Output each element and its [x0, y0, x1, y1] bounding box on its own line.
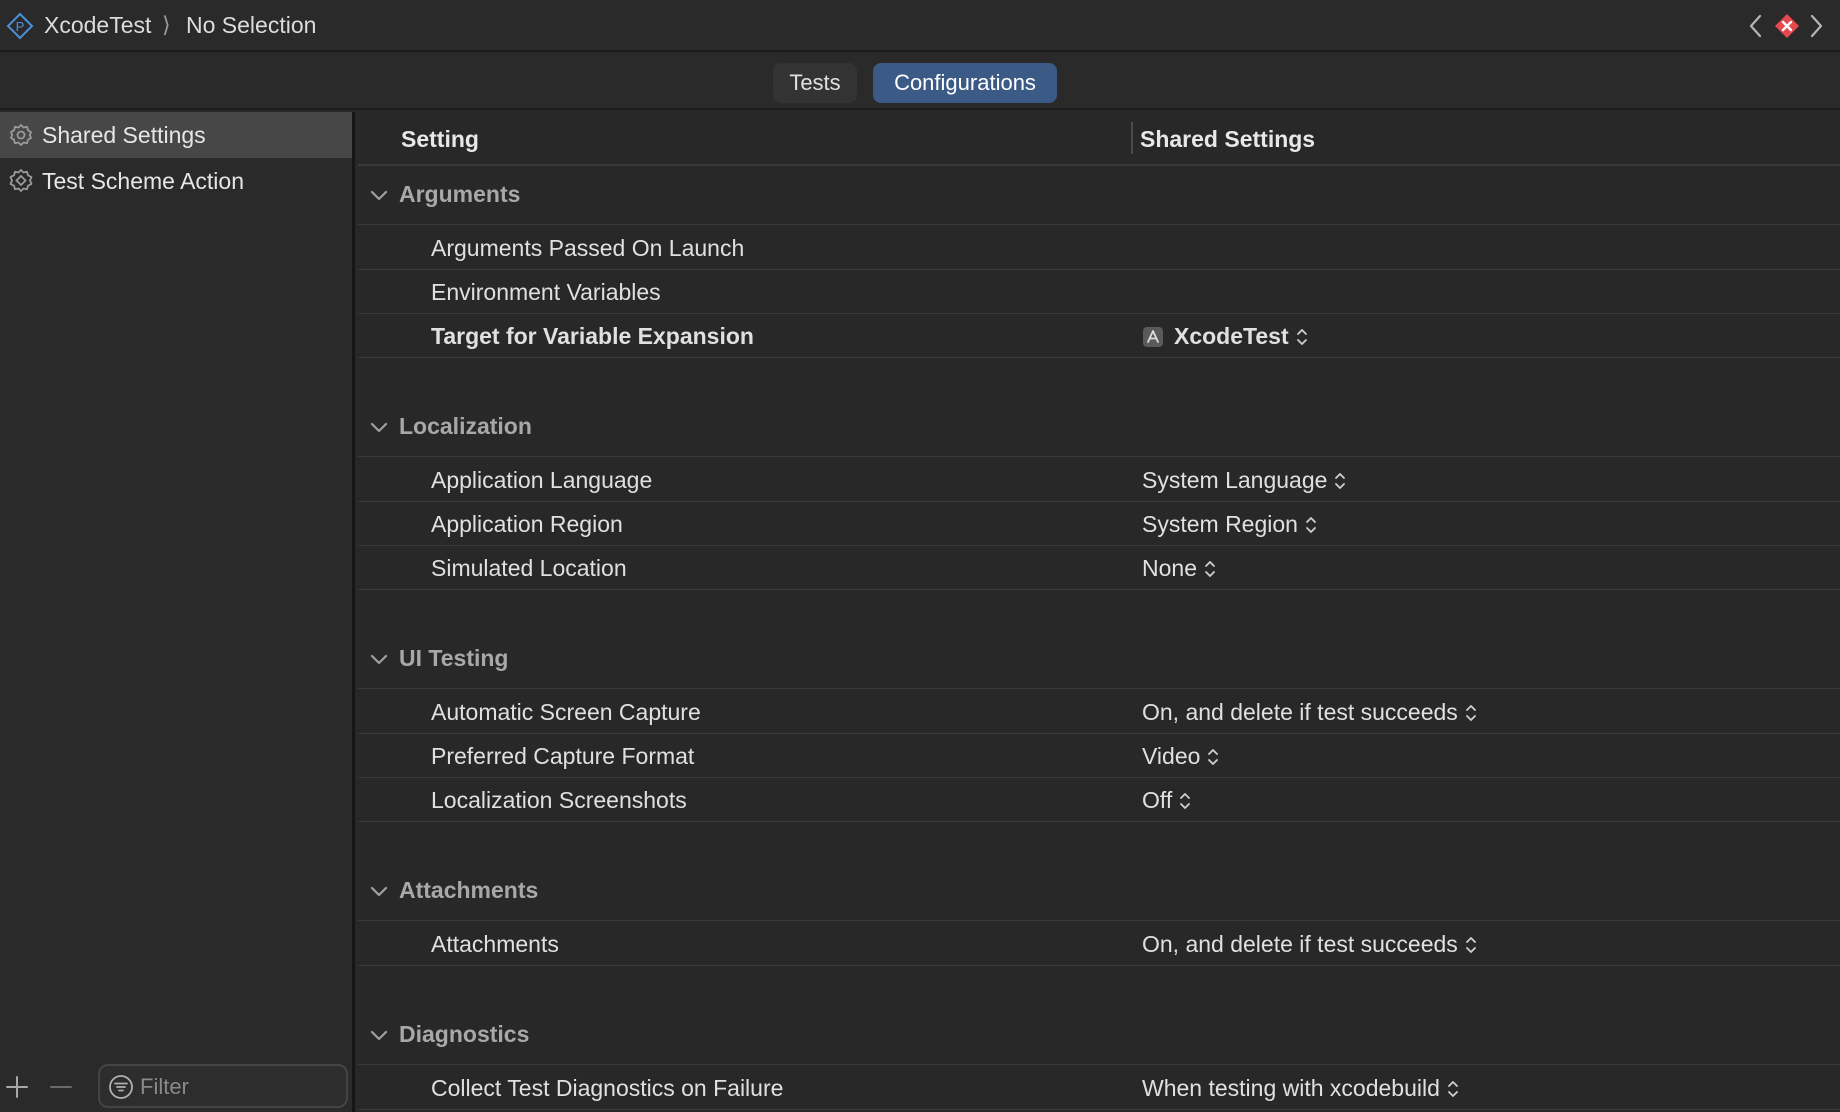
section-title: Arguments	[399, 181, 521, 207]
chevron-down-icon[interactable]	[368, 1025, 390, 1047]
error-icon[interactable]	[1774, 13, 1800, 39]
table-header: Setting Shared Settings	[358, 112, 1840, 166]
setting-label: Simulated Location	[431, 555, 627, 581]
setting-label: Target for Variable Expansion	[431, 323, 754, 349]
popup-value: Video	[1142, 743, 1201, 769]
setting-label: Application Language	[431, 467, 653, 493]
table-row[interactable]: Attachments On, and delete if test succe…	[358, 922, 1840, 966]
table-row[interactable]: Application Region System Region	[358, 502, 1840, 546]
breadcrumb-separator-icon: ⟩	[162, 12, 171, 37]
add-button[interactable]	[4, 1074, 30, 1100]
table-row[interactable]: Target for Variable Expansion XcodeTest	[358, 314, 1840, 358]
updown-chevron-icon	[1306, 516, 1316, 533]
updown-chevron-icon	[1447, 1080, 1458, 1097]
section-title: Localization	[399, 413, 532, 439]
screen-capture-popup[interactable]: On, and delete if test succeeds	[1142, 699, 1478, 726]
section-diagnostics[interactable]: Diagnostics	[358, 1007, 1840, 1065]
simulated-location-popup[interactable]: None	[1142, 555, 1217, 582]
setting-label: Automatic Screen Capture	[431, 699, 701, 725]
popup-value: When testing with xcodebuild	[1142, 1075, 1440, 1101]
table-row[interactable]: Environment Variables	[358, 270, 1840, 314]
application-region-popup[interactable]: System Region	[1142, 511, 1318, 538]
tab-tests[interactable]: Tests	[773, 63, 857, 103]
application-language-popup[interactable]: System Language	[1142, 467, 1347, 494]
attachments-popup[interactable]: On, and delete if test succeeds	[1142, 931, 1478, 958]
updown-chevron-icon	[1208, 748, 1219, 765]
popup-value: Off	[1142, 787, 1173, 813]
table-row[interactable]: Collect Test Diagnostics on Failure When…	[358, 1066, 1840, 1110]
popup-value: On, and delete if test succeeds	[1142, 699, 1458, 725]
chevron-down-icon[interactable]	[368, 417, 390, 439]
tab-configurations[interactable]: Configurations	[873, 63, 1057, 103]
navigation-bar: P XcodeTest ⟩ No Selection	[0, 0, 1840, 52]
updown-chevron-icon	[1465, 704, 1476, 721]
chevron-left-icon[interactable]	[1744, 12, 1768, 40]
section-title: Attachments	[399, 877, 539, 903]
setting-label: Environment Variables	[431, 279, 661, 305]
sidebar-item-label: Shared Settings	[42, 122, 206, 148]
target-popup[interactable]: XcodeTest	[1142, 323, 1309, 350]
app-target-icon	[1143, 326, 1163, 347]
settings-table: Setting Shared Settings Arguments Argume…	[358, 112, 1840, 1112]
table-row[interactable]: Automatic Screen Capture On, and delete …	[358, 690, 1840, 734]
section-arguments[interactable]: Arguments	[358, 167, 1840, 225]
popup-value: On, and delete if test succeeds	[1142, 931, 1458, 957]
table-row[interactable]: Simulated Location None	[358, 546, 1840, 590]
column-header-shared-settings[interactable]: Shared Settings	[1140, 126, 1315, 153]
capture-format-popup[interactable]: Video	[1142, 743, 1220, 770]
sidebar-item-label: Test Scheme Action	[42, 168, 244, 194]
breadcrumb-project[interactable]: XcodeTest	[44, 12, 151, 39]
setting-label: Preferred Capture Format	[431, 743, 695, 769]
section-attachments[interactable]: Attachments	[358, 863, 1840, 921]
updown-chevron-icon	[1180, 792, 1191, 809]
chevron-down-icon[interactable]	[368, 649, 390, 671]
table-row[interactable]: Preferred Capture Format Video	[358, 734, 1840, 778]
setting-label: Arguments Passed On Launch	[431, 235, 745, 261]
chevron-down-icon[interactable]	[368, 881, 390, 903]
popup-value: System Language	[1142, 467, 1328, 493]
setting-label: Localization Screenshots	[431, 787, 687, 813]
sidebar-item-test-scheme-action[interactable]: Test Scheme Action	[0, 158, 352, 204]
target-value: XcodeTest	[1174, 323, 1289, 349]
updown-chevron-icon	[1335, 472, 1346, 489]
svg-text:P: P	[16, 19, 25, 34]
chevron-down-icon[interactable]	[368, 185, 390, 207]
remove-button[interactable]	[48, 1074, 74, 1100]
section-title: UI Testing	[399, 645, 509, 671]
popup-value: None	[1142, 555, 1197, 581]
setting-label: Collect Test Diagnostics on Failure	[431, 1075, 784, 1101]
popup-value: System Region	[1142, 511, 1298, 537]
chevron-right-icon[interactable]	[1804, 12, 1828, 40]
table-row[interactable]: Arguments Passed On Launch	[358, 226, 1840, 270]
gear-icon	[10, 124, 32, 146]
sidebar: Shared Settings Test Scheme Action	[0, 112, 355, 1112]
table-row[interactable]: Localization Screenshots Off	[358, 778, 1840, 822]
filter-icon	[109, 1075, 133, 1099]
updown-chevron-icon	[1296, 328, 1307, 345]
column-header-setting[interactable]: Setting	[401, 126, 479, 153]
setting-label: Application Region	[431, 511, 623, 537]
sidebar-item-shared-settings[interactable]: Shared Settings	[0, 112, 352, 158]
column-divider[interactable]	[1131, 122, 1133, 154]
updown-chevron-icon	[1465, 936, 1476, 953]
test-diagnostics-popup[interactable]: When testing with xcodebuild	[1142, 1075, 1460, 1102]
section-title: Diagnostics	[399, 1021, 530, 1047]
section-ui-testing[interactable]: UI Testing	[358, 631, 1840, 689]
filter-input[interactable]	[140, 1072, 340, 1102]
updown-chevron-icon	[1205, 560, 1215, 577]
setting-label: Attachments	[431, 931, 559, 957]
table-row[interactable]: Application Language System Language	[358, 458, 1840, 502]
section-localization[interactable]: Localization	[358, 399, 1840, 457]
breadcrumb-selection[interactable]: No Selection	[186, 12, 316, 39]
localization-screenshots-popup[interactable]: Off	[1142, 787, 1192, 814]
project-icon[interactable]: P	[6, 12, 34, 40]
filter-field[interactable]	[98, 1064, 348, 1108]
target-gear-icon	[9, 169, 33, 192]
tab-bar: Tests Configurations	[0, 54, 1840, 110]
